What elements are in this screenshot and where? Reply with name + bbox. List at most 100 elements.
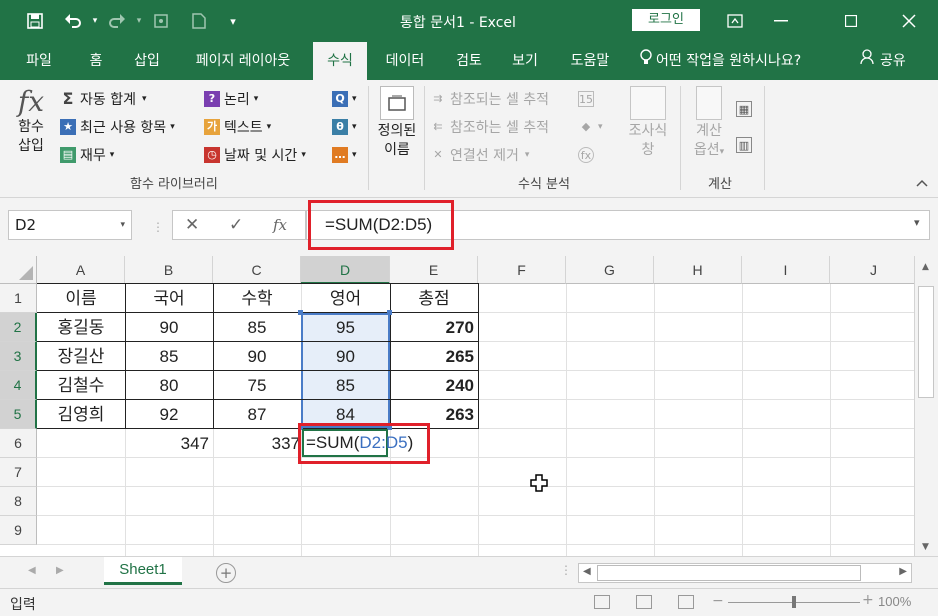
save-icon[interactable] [24, 10, 46, 32]
row-header-8[interactable]: 8 [0, 487, 37, 516]
row-header-7[interactable]: 7 [0, 458, 37, 487]
name-box[interactable]: D2 ▾ [8, 210, 132, 240]
calculate-sheet-button[interactable]: ▥ [736, 134, 756, 156]
enter-icon[interactable]: ✓ [229, 211, 243, 239]
trace-precedents-icon: ⇉ [433, 92, 443, 105]
sheet-prev-icon[interactable]: ◀ [28, 565, 36, 576]
lookup-button[interactable]: Q ▾ [332, 88, 357, 110]
recently-used-button[interactable]: ★ 최근 사용 항목 ▾ [60, 116, 175, 138]
tab-page-layout[interactable]: 페이지 레이아웃 [180, 42, 306, 80]
scroll-right-icon[interactable]: ▶ [899, 566, 907, 577]
tab-home[interactable]: 홈 [76, 42, 116, 80]
formula-bar-splitter[interactable]: ⋮ [152, 220, 164, 234]
redo-dropdown-icon[interactable]: ▾ [128, 10, 150, 32]
datetime-button[interactable]: ◷ 날짜 및 시간 ▾ [204, 144, 306, 166]
calculate-now-icon: ▦ [736, 101, 752, 117]
cell-B6[interactable]: 347 [125, 429, 213, 458]
financial-button[interactable]: ▤ 재무 ▾ [60, 144, 114, 166]
name-box-dropdown-icon[interactable]: ▾ [120, 211, 125, 239]
range-handle[interactable] [387, 310, 392, 315]
zoom-in-icon[interactable]: + [862, 592, 874, 608]
maximize-icon[interactable] [828, 0, 874, 42]
col-header-I[interactable]: I [742, 256, 830, 284]
col-header-D[interactable]: D [301, 256, 390, 284]
zoom-slider-thumb[interactable] [792, 596, 796, 608]
add-sheet-icon[interactable]: + [216, 563, 236, 583]
new-document-icon[interactable] [188, 10, 210, 32]
row-header-5[interactable]: 5 [0, 400, 37, 429]
customize-toolbar-icon[interactable]: ▾ [222, 10, 244, 32]
cancel-icon[interactable]: ✕ [185, 211, 199, 239]
page-layout-view-icon[interactable] [636, 595, 652, 609]
share-button[interactable]: 공유 [860, 42, 906, 80]
calc-options-button[interactable]: 계산 옵션▾ [684, 86, 734, 162]
tab-insert[interactable]: 삽입 [124, 42, 170, 80]
remove-arrows-button[interactable]: ✕ 연결선 제거 ▾ [430, 144, 529, 166]
trace-dependents-button[interactable]: ⇇ 참조하는 셀 추적 [430, 116, 549, 138]
minimize-icon[interactable] [758, 0, 804, 42]
text-button[interactable]: 가 텍스트 ▾ [204, 116, 271, 138]
error-checking-button[interactable]: ◆ ▾ [578, 116, 603, 138]
vertical-scroll-thumb[interactable] [918, 286, 934, 398]
range-handle[interactable] [298, 310, 303, 315]
scroll-left-icon[interactable]: ◀ [583, 566, 591, 577]
horizontal-scrollbar[interactable]: ◀ ▶ [578, 563, 912, 583]
scroll-down-icon[interactable]: ▼ [922, 542, 929, 552]
scroll-up-icon[interactable]: ▲ [922, 262, 929, 272]
tab-data[interactable]: 데이터 [376, 42, 434, 80]
login-button[interactable]: 로그인 [632, 9, 700, 31]
close-icon[interactable] [886, 0, 932, 42]
watch-window-button[interactable]: 조사식 창 [622, 86, 674, 160]
define-name-button[interactable]: 정의된 이름 [372, 86, 422, 160]
row-header-4[interactable]: 4 [0, 371, 37, 400]
col-header-C[interactable]: C [213, 256, 301, 284]
cell-C6[interactable]: 337 [213, 429, 301, 458]
hscroll-splitter[interactable]: ⋮ [560, 563, 572, 577]
zoom-out-icon[interactable]: − [712, 593, 724, 609]
row-header-2[interactable]: 2 [0, 313, 37, 342]
row-header-3[interactable]: 3 [0, 342, 37, 371]
evaluate-formula-button[interactable]: fx [578, 144, 598, 166]
col-header-G[interactable]: G [566, 256, 654, 284]
col-header-F[interactable]: F [478, 256, 566, 284]
zoom-level[interactable]: 100% [878, 594, 911, 609]
expand-formula-bar-icon[interactable]: ▾ [914, 216, 920, 229]
undo-icon[interactable] [62, 10, 84, 32]
tell-me-box[interactable]: 어떤 작업을 원하시나요? [640, 42, 801, 80]
row-header-1[interactable]: 1 [0, 284, 37, 313]
tab-formulas[interactable]: 수식 [313, 42, 367, 80]
insert-function-icon[interactable]: fx [273, 211, 287, 239]
col-header-B[interactable]: B [125, 256, 213, 284]
vertical-scrollbar[interactable]: ▲ ▼ [914, 256, 938, 556]
title-bar: ▾ ▾ ▾ 통합 문서1 - Excel 로그인 [0, 0, 938, 42]
autosum-button[interactable]: Σ 자동 합계 ▾ [60, 88, 147, 110]
more-functions-button[interactable]: … ▾ [332, 144, 357, 166]
tab-file[interactable]: 파일 [14, 42, 64, 80]
select-all-corner[interactable] [0, 256, 37, 284]
calculate-now-button[interactable]: ▦ [736, 98, 756, 120]
undo-dropdown-icon[interactable]: ▾ [84, 10, 106, 32]
tab-view[interactable]: 보기 [502, 42, 548, 80]
show-formulas-button[interactable]: 15 [578, 88, 598, 110]
col-header-A[interactable]: A [37, 256, 125, 284]
math-button[interactable]: θ ▾ [332, 116, 357, 138]
tab-review[interactable]: 검토 [446, 42, 492, 80]
trace-precedents-button[interactable]: ⇉ 참조되는 셀 추적 [430, 88, 549, 110]
row-header-6[interactable]: 6 [0, 429, 37, 458]
logical-button[interactable]: ? 논리 ▾ [204, 88, 258, 110]
normal-view-icon[interactable] [594, 595, 610, 609]
ribbon-display-options-icon[interactable] [712, 0, 758, 42]
redo-icon[interactable] [106, 10, 128, 32]
row-header-9[interactable]: 9 [0, 516, 37, 545]
col-header-J[interactable]: J [830, 256, 914, 284]
horizontal-scroll-thumb[interactable] [597, 565, 861, 581]
collapse-ribbon-icon[interactable] [916, 176, 928, 190]
insert-function-button[interactable]: fx 함수 삽입 [10, 86, 52, 156]
sheet-next-icon[interactable]: ▶ [56, 565, 64, 576]
touch-mode-icon[interactable] [150, 10, 172, 32]
sheet-tab-sheet1[interactable]: Sheet1 [104, 557, 182, 585]
col-header-E[interactable]: E [390, 256, 478, 284]
col-header-H[interactable]: H [654, 256, 742, 284]
tab-help[interactable]: 도움말 [558, 42, 622, 80]
page-break-view-icon[interactable] [678, 595, 694, 609]
